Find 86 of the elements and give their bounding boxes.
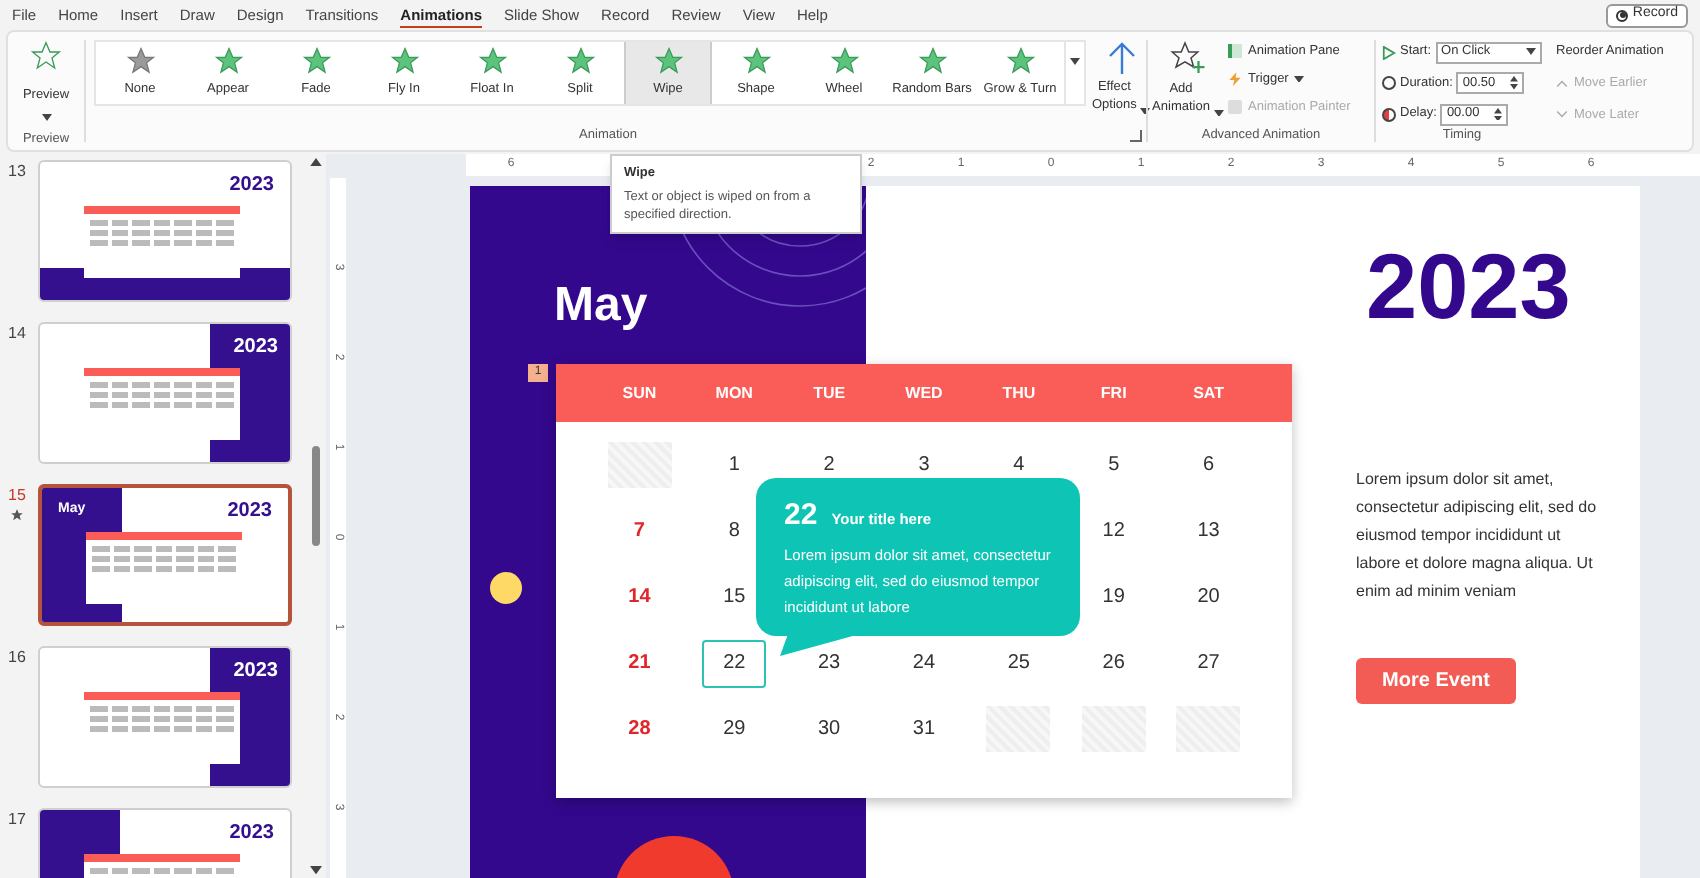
star-icon [653, 46, 683, 77]
star-icon [829, 46, 859, 77]
calendar-day: 30 [818, 714, 841, 744]
month-title: May [554, 276, 648, 336]
spin-down-icon [1510, 84, 1519, 90]
thumbnail-year: 2023 [227, 498, 272, 526]
calendar-day: 7 [633, 516, 645, 546]
star-icon [741, 46, 771, 77]
weekday-label: SUN [620, 381, 659, 405]
star-plus-icon [1170, 40, 1206, 76]
calendar-day: 2 [823, 450, 835, 480]
star-icon [125, 46, 155, 77]
slide-thumbnail[interactable]: 2023 [38, 160, 292, 302]
dialog-launcher-icon[interactable] [1130, 130, 1142, 143]
scroll-down-icon [310, 865, 322, 874]
slide-thumbnail[interactable]: 2023 [38, 808, 292, 878]
calendar-day: 29 [723, 714, 746, 744]
calendar-day: 1 [728, 450, 740, 480]
description-text: Lorem ipsum dolor sit amet, consectetur adipiscing elit, sed do eiusmod tempor incididunt ut labore et dolore magna aliqua. Ut enim ad minim veniam [1356, 468, 1599, 604]
calendar-day: 19 [1102, 582, 1125, 612]
thumbnail-year: 2023 [233, 334, 278, 362]
caret-icon [1294, 75, 1305, 83]
record-icon [1616, 9, 1629, 21]
clock-icon [1382, 107, 1396, 122]
star-icon [30, 40, 62, 72]
weekday-label: THU [1000, 381, 1038, 405]
slide-number: 14 [8, 322, 26, 346]
play-icon [1382, 45, 1396, 60]
calendar-day: 15 [723, 582, 746, 612]
year-title: 2023 [1366, 236, 1571, 336]
slide-number: 15 [8, 484, 26, 508]
thumbnail-year: 2023 [229, 820, 274, 848]
calendar-day: 20 [1197, 582, 1220, 612]
calendar-day: 28 [628, 714, 651, 744]
thumbnail-year: 2023 [233, 658, 278, 686]
calendar-day: 27 [1197, 648, 1220, 678]
calendar-day: 25 [1007, 648, 1030, 678]
caret-icon [41, 114, 51, 122]
star-icon [1005, 46, 1035, 77]
caret-icon [1070, 58, 1080, 65]
calendar-day: 31 [912, 714, 936, 744]
calendar-day: 26 [1102, 648, 1125, 678]
calendar-day: 8 [728, 516, 740, 546]
spin-down-icon [1494, 115, 1503, 121]
scrollbar[interactable] [306, 154, 326, 878]
weekday-label: WED [903, 381, 945, 405]
pane-icon [1228, 44, 1242, 59]
caret-icon [1526, 48, 1536, 56]
star-icon [389, 46, 419, 77]
star-icon [477, 46, 507, 77]
calendar-day: 22 [702, 639, 767, 687]
slide-number: 17 [8, 808, 26, 832]
slide-number: 13 [8, 160, 26, 184]
scroll-up-icon [310, 158, 322, 167]
weekday-label: SAT [1191, 381, 1226, 405]
spin-up-icon [1510, 76, 1519, 83]
weekday-label: FRI [1098, 381, 1129, 405]
arrow-up-icon [1107, 40, 1136, 76]
star-icon [565, 46, 595, 77]
calendar-day: 5 [1108, 450, 1120, 480]
calendar-day: 13 [1197, 516, 1220, 546]
thumbnail-year: 2023 [229, 172, 274, 200]
calendar-day: 24 [912, 648, 936, 678]
calendar-day: 23 [818, 648, 841, 678]
slide-number: 16 [8, 646, 26, 670]
caret-icon [1213, 109, 1224, 116]
calendar-day: 6 [1202, 450, 1215, 480]
slide-thumbnail[interactable]: 2023 [38, 646, 292, 788]
clock-icon [1382, 76, 1396, 91]
calendar-day: 4 [1013, 450, 1025, 480]
lightning-icon [1228, 72, 1242, 87]
chevron-down-icon [1556, 110, 1568, 119]
calendar-day: 21 [628, 648, 651, 678]
callout-day: 22 [784, 494, 818, 539]
spin-up-icon [1494, 107, 1503, 114]
calendar-day: 14 [628, 582, 651, 612]
calendar-day: 3 [918, 450, 930, 480]
star-icon [917, 46, 947, 77]
star-icon [301, 46, 331, 77]
star-icon [213, 46, 243, 77]
gallery-more-button[interactable] [1064, 42, 1084, 104]
calendar-day: 12 [1102, 516, 1125, 546]
chevron-up-icon [1556, 79, 1568, 88]
slide-thumbnail[interactable]: 2023 [38, 322, 292, 464]
weekday-label: MON [713, 381, 755, 405]
weekday-label: TUE [811, 381, 848, 405]
